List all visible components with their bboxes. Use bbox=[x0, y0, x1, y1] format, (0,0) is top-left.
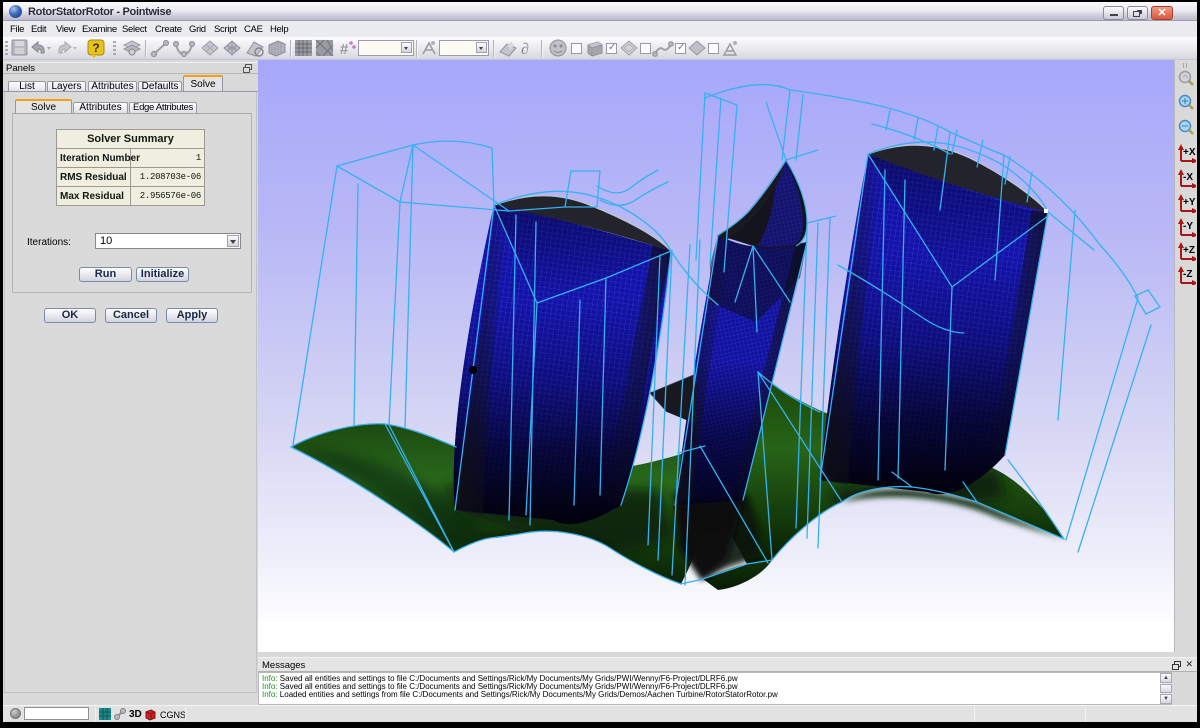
svg-text:∂: ∂ bbox=[521, 41, 529, 58]
svg-text:+X: +X bbox=[1183, 147, 1196, 158]
svg-text:-Z: -Z bbox=[1183, 269, 1192, 280]
svg-text:-Y: -Y bbox=[1183, 221, 1193, 232]
svg-text:-X: -X bbox=[1183, 172, 1193, 183]
svg-text:+Y: +Y bbox=[1183, 197, 1196, 208]
svg-text:+Z: +Z bbox=[1183, 245, 1195, 256]
svg-text:?: ? bbox=[92, 41, 99, 55]
svg-text:#: # bbox=[340, 41, 349, 58]
